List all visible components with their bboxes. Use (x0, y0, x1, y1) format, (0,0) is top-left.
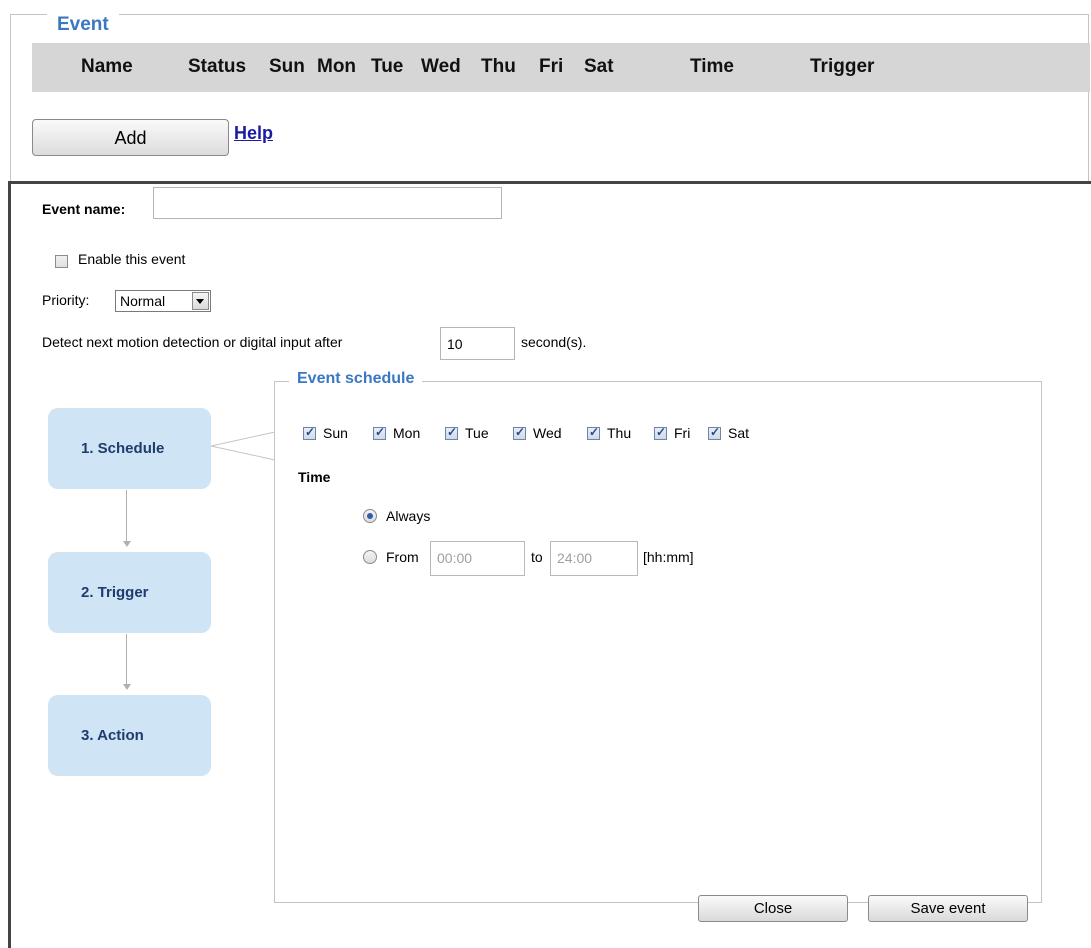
time-to-label: to (531, 549, 543, 565)
event-name-input[interactable] (153, 187, 502, 219)
help-link[interactable]: Help (234, 123, 273, 144)
time-always-radio[interactable] (363, 509, 377, 523)
day-checkbox-sun[interactable] (303, 425, 316, 440)
event-table-header: Name Status Sun Mon Tue Wed Thu Fri Sat … (32, 43, 1090, 92)
event-schedule-fieldset: Event schedule (274, 370, 1042, 903)
priority-label: Priority: (42, 292, 90, 308)
time-from-label: From (386, 549, 419, 565)
column-header-trigger: Trigger (810, 56, 875, 77)
column-header-wed: Wed (421, 56, 461, 77)
event-editor-panel: Event name: Enable this event Priority: … (8, 181, 1091, 948)
event-schedule-legend: Event schedule (289, 370, 423, 388)
day-label-sat: Sat (728, 425, 750, 441)
enable-event-checkbox[interactable] (55, 255, 68, 268)
column-header-status: Status (188, 56, 247, 77)
detect-label: Detect next motion detection or digital … (42, 334, 343, 350)
step-action[interactable]: 3. Action (48, 695, 211, 776)
day-label-tue: Tue (465, 425, 489, 441)
time-to-input[interactable]: 24:00 (550, 541, 638, 576)
day-label-fri: Fri (674, 425, 691, 441)
day-label-wed: Wed (533, 425, 562, 441)
arrow-down-icon (123, 541, 131, 547)
column-header-sun: Sun (269, 56, 305, 77)
time-section-label: Time (298, 469, 331, 485)
event-name-label: Event name: (42, 201, 126, 217)
day-checkbox-sat[interactable] (708, 425, 721, 440)
day-checkbox-fri[interactable] (654, 425, 667, 440)
column-header-fri: Fri (539, 56, 564, 77)
event-list-fieldset: Event (10, 13, 1089, 184)
step-connector-2 (126, 634, 127, 684)
step-connector-1 (126, 490, 127, 541)
column-header-mon: Mon (317, 56, 357, 77)
day-checkbox-wed[interactable] (513, 425, 526, 440)
callout-pointer (211, 432, 276, 461)
column-header-sat: Sat (584, 56, 614, 77)
day-checkbox-thu[interactable] (587, 425, 600, 440)
day-checkbox-tue[interactable] (445, 425, 458, 440)
detect-unit-label: second(s). (521, 334, 587, 350)
chevron-down-icon[interactable] (192, 292, 209, 310)
priority-selected-value: Normal (120, 293, 166, 309)
column-header-name: Name (81, 56, 133, 77)
event-list-legend: Event (47, 13, 119, 37)
add-event-button[interactable]: Add (32, 119, 229, 156)
day-label-mon: Mon (393, 425, 421, 441)
save-event-button[interactable]: Save event (868, 895, 1028, 922)
day-label-sun: Sun (323, 425, 348, 441)
time-always-label: Always (386, 508, 431, 524)
arrow-down-icon (123, 684, 131, 690)
time-from-input[interactable]: 00:00 (430, 541, 525, 576)
column-header-thu: Thu (481, 56, 516, 77)
step-trigger[interactable]: 2. Trigger (48, 552, 211, 633)
step-schedule[interactable]: 1. Schedule (48, 408, 211, 489)
time-range-radio[interactable] (363, 550, 377, 564)
priority-select[interactable]: Normal (115, 290, 211, 312)
day-checkbox-mon[interactable] (373, 425, 386, 440)
close-button[interactable]: Close (698, 895, 848, 922)
detect-interval-input[interactable] (440, 327, 515, 360)
enable-event-label: Enable this event (78, 251, 186, 267)
day-label-thu: Thu (607, 425, 632, 441)
time-format-hint: [hh:mm] (643, 549, 694, 565)
column-header-tue: Tue (371, 56, 404, 77)
column-header-time: Time (690, 56, 735, 77)
